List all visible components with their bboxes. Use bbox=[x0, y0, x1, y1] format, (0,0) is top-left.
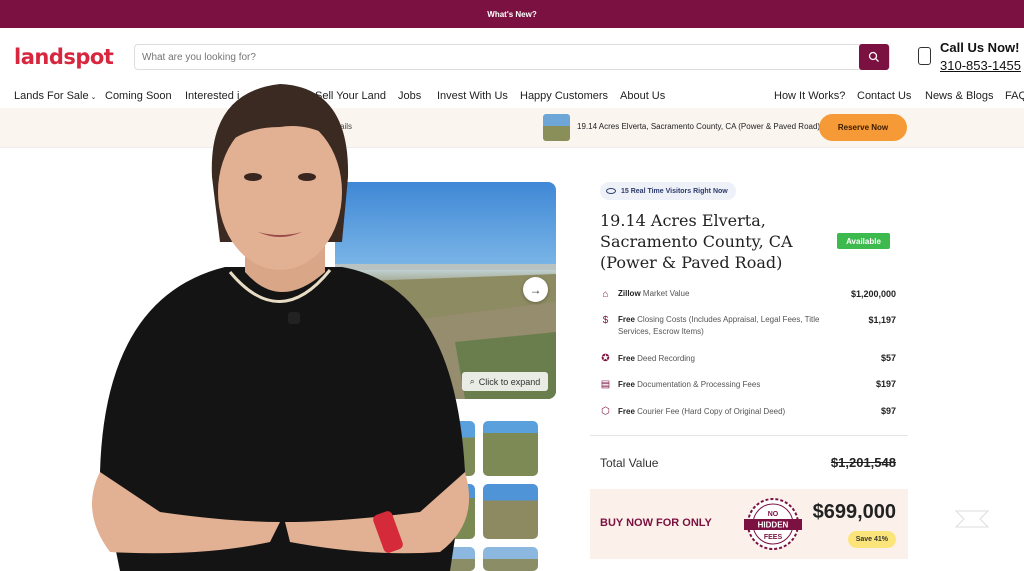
search-icon bbox=[868, 51, 879, 62]
award-icon: ✪ bbox=[601, 353, 610, 364]
fee-row-value: $1,200,000 bbox=[850, 289, 896, 299]
phone-icon bbox=[918, 47, 931, 65]
seal-line: NO bbox=[768, 511, 779, 518]
next-photo-button[interactable]: → bbox=[523, 277, 548, 302]
nav-faq[interactable]: FAQ bbox=[1005, 90, 1024, 102]
fee-row-value: $1,197 bbox=[868, 315, 896, 325]
whats-new-link[interactable]: What's New? bbox=[487, 10, 536, 19]
call-us-number[interactable]: 310-853-1455 bbox=[940, 58, 1021, 73]
divider bbox=[590, 435, 908, 436]
nav-news-blogs[interactable]: News & Blogs bbox=[925, 90, 993, 102]
gallery-thumbnail[interactable] bbox=[483, 421, 538, 476]
click-to-expand-label: Click to expand bbox=[478, 376, 541, 387]
fee-row-label: Zillow Market Value bbox=[618, 289, 690, 298]
sale-price: $699,000 bbox=[812, 501, 896, 523]
presenter-video-overlay bbox=[92, 84, 470, 571]
total-value-label: Total Value bbox=[600, 456, 659, 470]
package-icon: ⬡ bbox=[601, 406, 610, 417]
seal-line: FEES bbox=[764, 534, 783, 541]
buy-now-box[interactable]: BUY NOW FOR ONLY NO HIDDEN FEES $699,000… bbox=[590, 489, 908, 559]
whats-new-bar[interactable]: What's New? bbox=[0, 0, 1024, 28]
document-icon: ▤ bbox=[600, 379, 611, 390]
nav-contact-us[interactable]: Contact Us bbox=[857, 90, 911, 102]
landspot-logo[interactable]: landspot bbox=[14, 45, 114, 69]
call-us-title: Call Us Now! bbox=[940, 40, 1020, 55]
fee-row-value: $197 bbox=[875, 379, 896, 389]
status-badge: Available bbox=[837, 233, 890, 249]
realtime-visitors-badge: 15 Real Time Visitors Right Now bbox=[600, 182, 736, 200]
fee-row-label: Free Deed Recording bbox=[618, 354, 695, 363]
search-bar bbox=[134, 44, 890, 70]
fee-row-label: Free Documentation & Processing Fees bbox=[618, 380, 761, 389]
fee-row-value: $97 bbox=[880, 406, 896, 416]
search-button[interactable] bbox=[859, 44, 889, 70]
no-hidden-fees-seal: NO HIDDEN FEES bbox=[744, 498, 802, 550]
gallery-thumbnail[interactable] bbox=[483, 484, 538, 539]
property-title: 19.14 Acres Elverta, Sacramento County, … bbox=[600, 211, 793, 272]
fee-row-label: Free Closing Costs (Includes Appraisal, … bbox=[618, 315, 820, 336]
reserve-now-button[interactable]: Reserve Now bbox=[819, 114, 907, 141]
fee-row-value: $57 bbox=[880, 353, 896, 363]
nav-about-us[interactable]: About Us bbox=[620, 90, 665, 102]
nav-label: Lands For Sale bbox=[14, 90, 89, 102]
fee-row-label: Free Courier Fee (Hard Copy of Original … bbox=[618, 407, 786, 416]
dollar-icon: $ bbox=[602, 315, 609, 326]
arrow-right-icon: → bbox=[529, 282, 542, 297]
seal-line: HIDDEN bbox=[758, 521, 789, 530]
property-mini-thumbnail bbox=[543, 114, 570, 141]
zillow-icon: ⌂ bbox=[602, 289, 609, 300]
visitors-text: 15 Real Time Visitors Right Now bbox=[621, 187, 728, 195]
save-badge: Save 41% bbox=[847, 531, 896, 548]
gallery-thumbnail[interactable] bbox=[483, 547, 538, 571]
nav-happy-customers[interactable]: Happy Customers bbox=[520, 90, 608, 102]
search-input[interactable] bbox=[135, 45, 835, 69]
nav-how-it-works[interactable]: How It Works? bbox=[774, 90, 845, 102]
property-short-title: 19.14 Acres Elverta, Sacramento County, … bbox=[577, 122, 821, 131]
total-value-amount: $1,201,548 bbox=[830, 455, 896, 470]
buy-now-label: BUY NOW FOR ONLY bbox=[600, 517, 712, 529]
eye-icon bbox=[606, 188, 616, 194]
capcut-watermark-icon bbox=[952, 509, 992, 529]
